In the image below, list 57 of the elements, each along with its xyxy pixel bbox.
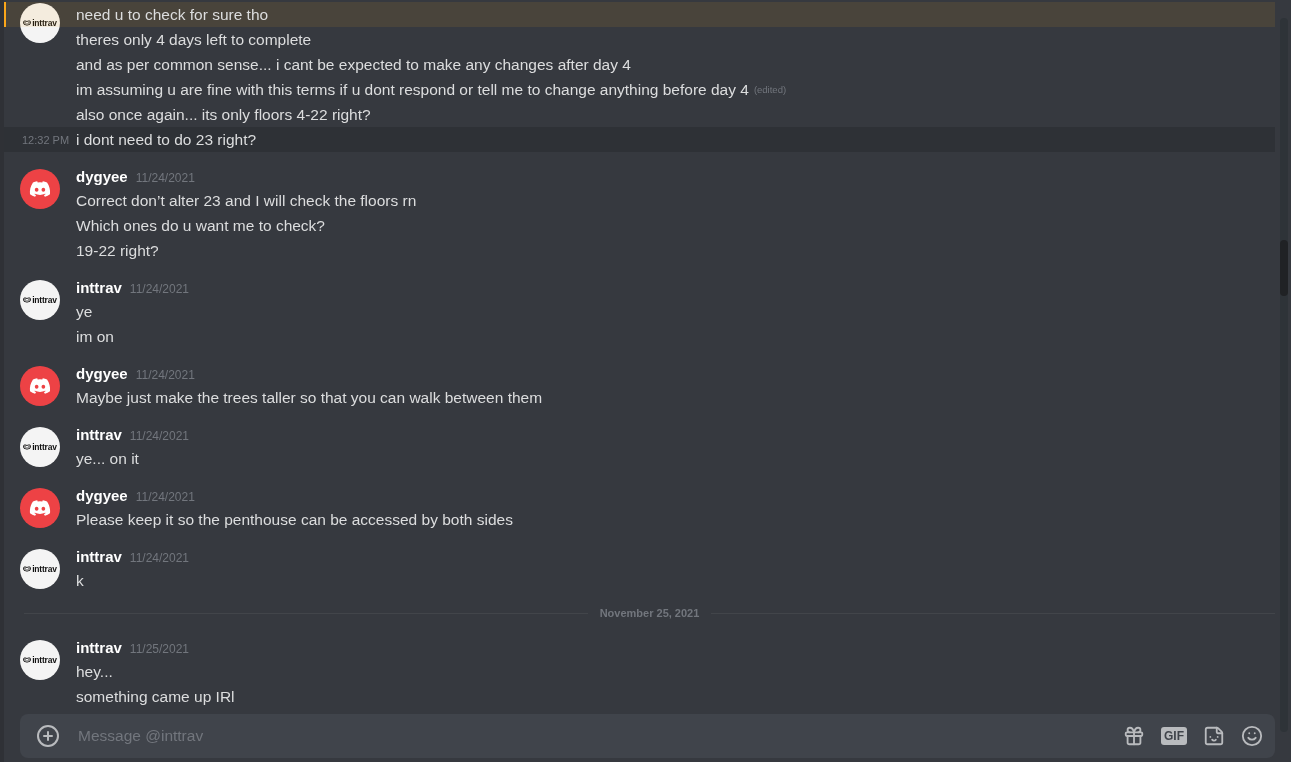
mask-icon xyxy=(23,565,32,573)
avatar[interactable] xyxy=(20,488,60,528)
message-text: im on xyxy=(76,327,114,346)
date-divider-label: November 25, 2021 xyxy=(598,607,701,619)
message-text: 19-22 right? xyxy=(76,241,159,260)
message-text: Please keep it so the penthouse can be accessed by both sides xyxy=(76,510,513,529)
message-text: hey... xyxy=(76,662,113,681)
add-icon[interactable] xyxy=(36,724,60,748)
message-text: Correct don’t alter 23 and I will check the floors rn xyxy=(76,191,417,210)
message-timestamp: 11/24/2021 xyxy=(129,282,189,296)
avatar[interactable]: inttrav xyxy=(20,280,60,320)
author-name[interactable]: dygyee xyxy=(76,168,128,185)
message-text: also once again... its only floors 4-22 right? xyxy=(76,105,371,124)
message-timestamp: 11/24/2021 xyxy=(135,171,195,185)
message-text: Maybe just make the trees taller so that you can walk between them xyxy=(76,388,543,407)
avatar-logo-text: inttrav xyxy=(32,564,57,574)
avatar-logo-text: inttrav xyxy=(32,442,57,452)
avatar-logo-text: inttrav xyxy=(32,655,57,665)
avatar[interactable] xyxy=(20,366,60,406)
author-name[interactable]: dygyee xyxy=(76,487,128,504)
avatar[interactable] xyxy=(20,169,60,209)
author-name[interactable]: inttrav xyxy=(76,279,122,296)
message-text: theres only 4 days left to complete xyxy=(76,30,312,49)
message-timestamp: 11/24/2021 xyxy=(129,551,189,565)
author-name[interactable]: inttrav xyxy=(76,639,122,656)
message-text: and as per common sense... i cant be expected to make any changes after day 4 xyxy=(76,55,631,74)
sticker-icon[interactable] xyxy=(1203,725,1225,747)
message-text: Which ones do u want me to check? xyxy=(76,216,325,235)
message-text: ye xyxy=(76,302,93,321)
message-timestamp: 11/24/2021 xyxy=(135,368,195,382)
message-timestamp: 11/25/2021 xyxy=(129,642,189,656)
message-text: im assuming u are fine with this terms if u dont respond or tell me to change anything before day 4 xyxy=(76,80,749,99)
mask-icon xyxy=(23,656,32,664)
gif-button[interactable]: GIF xyxy=(1161,727,1187,745)
author-name[interactable]: inttrav xyxy=(76,548,122,565)
gift-icon[interactable] xyxy=(1123,725,1145,747)
avatar[interactable]: inttrav xyxy=(20,427,60,467)
message-time: 12:32 PM xyxy=(22,133,70,146)
avatar[interactable]: inttrav xyxy=(20,3,60,43)
scrollbar-thumb[interactable] xyxy=(1280,240,1288,296)
mask-icon xyxy=(23,443,32,451)
message-text: ye... on it xyxy=(76,449,139,468)
avatar-logo-text: inttrav xyxy=(32,295,57,305)
message-text: something came up IRl xyxy=(76,687,235,706)
author-name[interactable]: inttrav xyxy=(76,426,122,443)
message-text: i dont need to do 23 right? xyxy=(76,130,257,149)
avatar[interactable]: inttrav xyxy=(20,549,60,589)
message-timestamp: 11/24/2021 xyxy=(135,490,195,504)
author-name[interactable]: dygyee xyxy=(76,365,128,382)
mask-icon xyxy=(23,19,32,27)
avatar-logo-text: inttrav xyxy=(32,18,57,28)
emoji-icon[interactable] xyxy=(1241,725,1263,747)
avatar[interactable]: inttrav xyxy=(20,640,60,680)
message-text: k xyxy=(76,571,84,590)
mask-icon xyxy=(23,296,32,304)
message-text: need u to check for sure tho xyxy=(76,5,269,24)
message-timestamp: 11/24/2021 xyxy=(129,429,189,443)
